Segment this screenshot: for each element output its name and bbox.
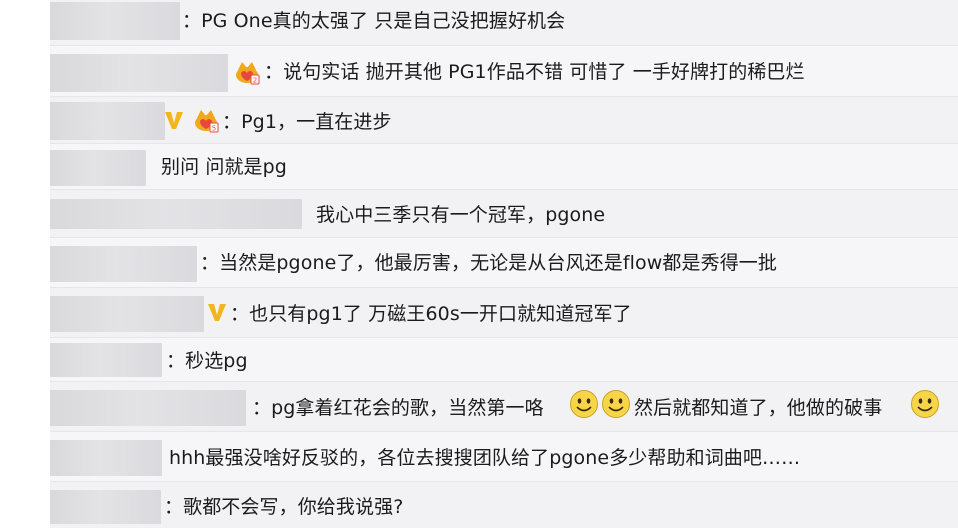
- comment-text: ：歌都不会写，你给我说强?: [164, 496, 404, 518]
- crown-badge-icon: 2: [233, 58, 261, 86]
- comment-text: 然后就都知道了，他做的破事: [634, 397, 883, 419]
- redacted-username: [50, 246, 197, 282]
- comment-item: hhh最强没啥好反驳的，各位去搜搜团队给了pgone多少帮助和词曲吧……: [50, 432, 958, 482]
- redacted-username: [50, 102, 165, 140]
- comment-item: ：秒选pg: [50, 338, 958, 382]
- comment-text: ：PG One真的太强了 只是自己没把握好机会: [182, 10, 566, 32]
- svg-text:5: 5: [212, 125, 216, 133]
- comment-item: ：PG One真的太强了 只是自己没把握好机会: [50, 0, 958, 46]
- svg-text:2: 2: [253, 77, 257, 85]
- comment-item: 我心中三季只有一个冠军，pgone: [50, 190, 958, 238]
- comment-text: ：当然是pgone了，他最厉害，无论是从台风还是flow都是秀得一批: [200, 252, 778, 274]
- comment-item: 别问 问就是pg: [50, 144, 958, 190]
- comment-text: 别问 问就是pg: [161, 156, 287, 178]
- comment-text: ：说句实话 抛开其他 PG1作品不错 可惜了 一手好牌打的稀巴烂: [264, 61, 805, 83]
- left-margin: [0, 0, 50, 528]
- smile-emoji-icon: [910, 389, 940, 419]
- redacted-username: [50, 296, 204, 332]
- comment-item: ：也只有pg1了 万磁王60s一开口就知道冠军了: [50, 288, 958, 338]
- redacted-username: [50, 2, 180, 40]
- comment-item: ：pg拿着红花会的歌，当然第一咯 然后就都知道了，他做的破事: [50, 382, 958, 432]
- comment-text: ：pg拿着红花会的歌，当然第一咯: [252, 397, 544, 419]
- redacted-username: [50, 390, 246, 426]
- comment-list: ：PG One真的太强了 只是自己没把握好机会 2 ：说句实话 抛开其他 PG1…: [50, 0, 958, 528]
- comment-screenshot: ：PG One真的太强了 只是自己没把握好机会 2 ：说句实话 抛开其他 PG1…: [0, 0, 958, 528]
- verified-v-icon: [206, 301, 228, 323]
- redacted-username: [50, 343, 162, 377]
- redacted-username: [50, 440, 162, 476]
- comment-text: hhh最强没啥好反驳的，各位去搜搜团队给了pgone多少帮助和词曲吧……: [169, 447, 801, 469]
- smile-emoji-icon: [601, 389, 631, 419]
- comment-text: ：Pg1，一直在进步: [222, 111, 392, 133]
- crown-badge-icon: 5: [192, 106, 220, 134]
- comment-item: 5 ：Pg1，一直在进步: [50, 97, 958, 144]
- comment-item: ：当然是pgone了，他最厉害，无论是从台风还是flow都是秀得一批: [50, 238, 958, 288]
- comment-item: ：歌都不会写，你给我说强?: [50, 482, 958, 528]
- comment-item: 2 ：说句实话 抛开其他 PG1作品不错 可惜了 一手好牌打的稀巴烂: [50, 46, 958, 97]
- comment-text: ：也只有pg1了 万磁王60s一开口就知道冠军了: [230, 303, 632, 325]
- redacted-username: [50, 490, 161, 524]
- comment-text: ：秒选pg: [166, 350, 248, 372]
- redacted-username: [50, 150, 146, 186]
- smile-emoji-icon: [569, 389, 599, 419]
- redacted-username: [50, 199, 302, 229]
- redacted-username: [50, 54, 228, 92]
- verified-v-icon: [163, 109, 185, 131]
- comment-text: 我心中三季只有一个冠军，pgone: [316, 204, 606, 226]
